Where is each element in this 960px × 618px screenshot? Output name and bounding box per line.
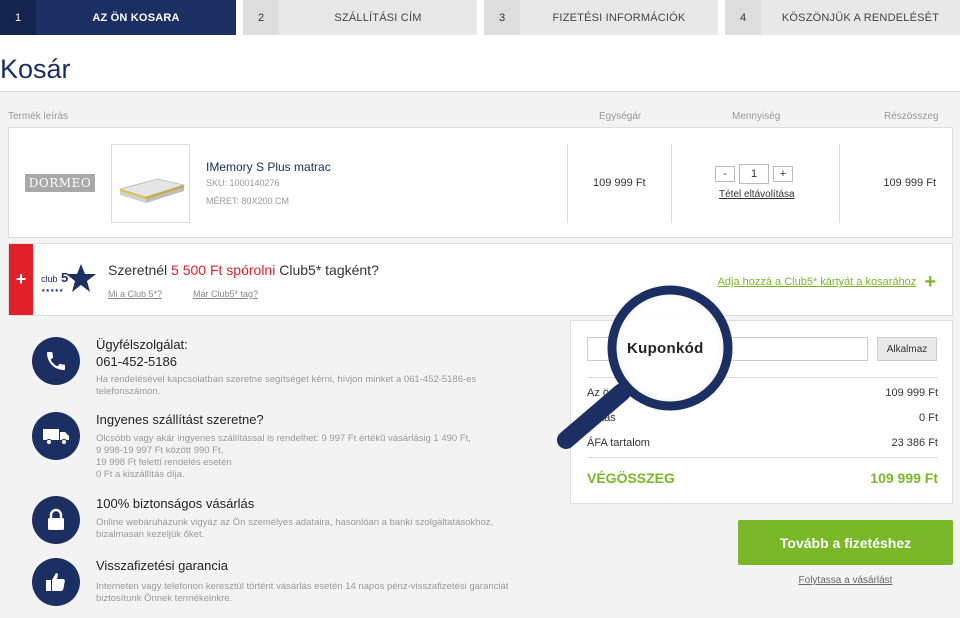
step-label: SZÁLLÍTÁSI CÍM — [334, 11, 422, 24]
product-sku: SKU: 1000140276 — [206, 178, 280, 188]
checkout-steps: 1 AZ ÖN KOSARA 2 SZÁLLÍTÁSI CÍM 3 FIZETÉ… — [0, 0, 960, 35]
magnifier-overlay — [552, 284, 752, 466]
step-number: 1 — [0, 0, 36, 35]
cart-item-row: DORMEO IMemory S Plus matrac SKU: 100014… — [8, 127, 953, 238]
add-plus-icon[interactable]: + — [924, 272, 936, 292]
club-q-suffix: Club5* tagként? — [275, 262, 379, 278]
total-label: VÉGÖSSZEG — [587, 470, 675, 486]
quantity-decrease-button[interactable]: - — [715, 166, 735, 182]
customer-service-text-2: telefonszámon. — [96, 386, 161, 397]
info-secure-shopping: 100% biztonságos vásárlás Online webáruh… — [32, 496, 552, 546]
quantity-input[interactable]: 1 — [739, 164, 769, 184]
column-header-subtotal: Részösszeg — [884, 111, 939, 122]
step-cart[interactable]: 1 AZ ÖN KOSARA — [0, 0, 236, 35]
free-shipping-text-1: Olcsóbb vagy akár ingyenes szállítással … — [96, 433, 471, 444]
summary-total: VÉGÖSSZEG 109 999 Ft — [587, 470, 938, 486]
what-is-club5-link[interactable]: Mi a Club 5*? — [108, 289, 162, 299]
customer-service-phone[interactable]: 061-452-5186 — [96, 354, 177, 369]
club5-logo: club 5 ★★★★★ — [41, 262, 97, 296]
step-label: AZ ÖN KOSARA — [92, 11, 180, 24]
info-customer-service: Ügyfélszolgálat: 061-452-5186 Ha rendelé… — [32, 337, 552, 397]
step-label: KÖSZÖNJÜK A RENDELÉSÉT — [781, 11, 940, 24]
club5-question: Szeretnél 5 500 Ft spórolni Club5* tagké… — [108, 262, 379, 278]
money-back-heading: Visszafizetési garancia — [96, 558, 228, 573]
free-shipping-text-4: 0 Ft a kiszállítás díja. — [96, 469, 185, 480]
club5-banner: + club 5 ★★★★★ Szeretnél 5 500 Ft spórol… — [8, 243, 953, 316]
title-band — [0, 35, 960, 92]
unit-price: 109 999 Ft — [593, 177, 646, 189]
already-member-link[interactable]: Már Club5* tag? — [193, 289, 258, 299]
product-name-link[interactable]: IMemory S Plus matrac — [206, 160, 331, 174]
apply-coupon-button[interactable]: Alkalmaz — [877, 337, 937, 361]
step-label: FIZETÉSI INFORMÁCIÓK — [552, 11, 686, 24]
step-thanks[interactable]: 4 KÖSZÖNJÜK A RENDELÉSÉT — [725, 0, 960, 35]
customer-service-text-1: Ha rendelésével kapcsolatban szeretne se… — [96, 374, 477, 385]
summary-shipping-value: 0 Ft — [919, 412, 938, 424]
info-money-back: Visszafizetési garancia Interneten vagy … — [32, 558, 552, 608]
customer-service-heading: Ügyfélszolgálat: — [96, 337, 188, 352]
club-plus-badge: + — [9, 244, 33, 315]
lock-icon — [32, 496, 80, 544]
free-shipping-text-2: 9 998-19 997 Ft között 990 Ft, — [96, 445, 224, 456]
product-size: MÉRET: 80X200 CM — [206, 196, 290, 206]
page-title: Kosár — [0, 54, 71, 84]
continue-shopping-link[interactable]: Folytassa a vásárlást — [738, 575, 953, 586]
free-shipping-text-3: 19 998 Ft feletti rendelés esetén — [96, 457, 232, 468]
club-logo-number: 5 — [61, 270, 68, 285]
summary-vat-value: 23 386 Ft — [891, 437, 938, 449]
column-divider — [671, 144, 672, 223]
secure-shopping-text-1: Online webáruházunk vigyáz az Ön személy… — [96, 517, 494, 528]
column-header-unit-price: Egységár — [599, 111, 642, 122]
step-number: 2 — [243, 0, 279, 35]
coupon-label-magnified: Kuponkód — [627, 340, 704, 357]
column-header-product: Termék leírás — [8, 111, 69, 122]
thumbs-up-icon — [32, 558, 80, 606]
step-shipping[interactable]: 2 SZÁLLÍTÁSI CÍM — [243, 0, 477, 35]
step-payment[interactable]: 3 FIZETÉSI INFORMÁCIÓK — [484, 0, 718, 35]
quantity-increase-button[interactable]: + — [773, 166, 793, 182]
info-free-shipping: Ingyenes szállítást szeretne? Olcsóbb va… — [32, 412, 552, 482]
money-back-text-1: Interneten vagy telefonon keresztül tört… — [96, 581, 509, 592]
secure-shopping-heading: 100% biztonságos vásárlás — [96, 496, 255, 511]
brand-logo: DORMEO — [25, 174, 95, 192]
summary-divider — [587, 457, 938, 458]
column-header-quantity: Mennyiség — [732, 111, 781, 122]
svg-text:★★★★★: ★★★★★ — [41, 288, 64, 294]
summary-items-value: 109 999 Ft — [885, 387, 938, 399]
total-value: 109 999 Ft — [870, 470, 938, 486]
product-image[interactable] — [111, 144, 190, 223]
column-divider — [567, 144, 568, 223]
item-subtotal: 109 999 Ft — [883, 177, 936, 189]
step-number: 3 — [484, 0, 520, 35]
free-shipping-heading: Ingyenes szállítást szeretne? — [96, 412, 264, 427]
step-number: 4 — [725, 0, 761, 35]
quantity-stepper: - 1 + — [715, 164, 793, 184]
truck-icon — [32, 412, 80, 460]
club-logo-text: club — [41, 274, 58, 284]
secure-shopping-text-2: bizalmasan kezeljük őket. — [96, 529, 205, 540]
club-q-prefix: Szeretnél — [108, 262, 172, 278]
column-divider — [839, 144, 840, 223]
money-back-text-2: biztosítunk Önnek termékeinkre. — [96, 593, 233, 604]
phone-icon — [32, 337, 80, 385]
proceed-to-checkout-button[interactable]: Tovább a fizetéshez — [738, 520, 953, 565]
club-savings-highlight: 5 500 Ft spórolni — [171, 262, 276, 278]
remove-item-link[interactable]: Tétel eltávolítása — [719, 189, 795, 200]
